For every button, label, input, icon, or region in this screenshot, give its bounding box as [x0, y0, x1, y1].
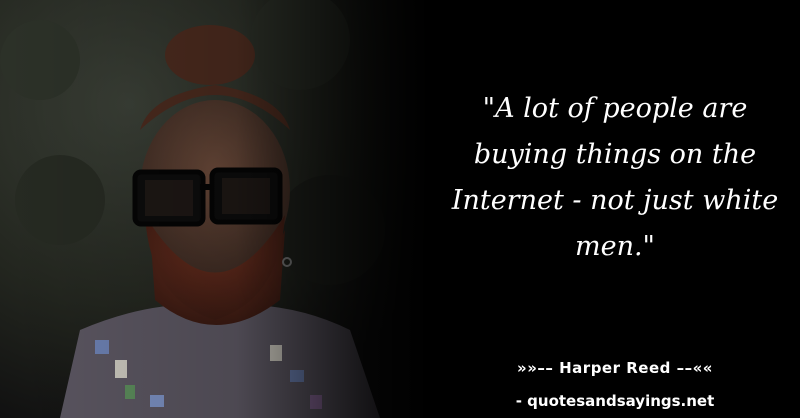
source-watermark: - quotesandsayings.net	[515, 392, 715, 410]
quote-text: "A lot of people are buying things on th…	[451, 93, 779, 262]
portrait-photo	[0, 0, 430, 418]
author-attribution: »»–– Harper Reed ––««	[517, 359, 713, 377]
